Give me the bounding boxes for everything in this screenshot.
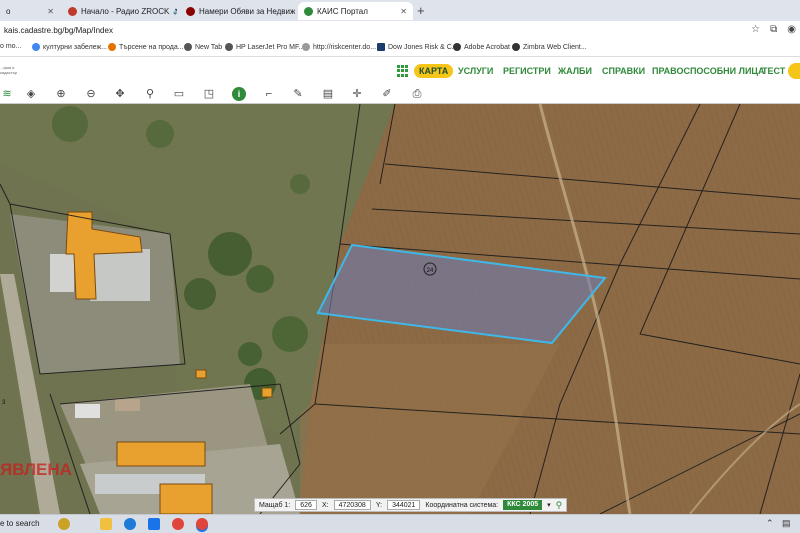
scale-label: Мащаб 1:	[259, 501, 291, 509]
extensions-icon[interactable]: ⧉	[770, 24, 777, 35]
tray-icon[interactable]: ⌃	[766, 518, 778, 530]
skype-icon[interactable]	[148, 518, 160, 530]
kais-favicon-icon	[304, 6, 313, 16]
nav-zhalbi[interactable]: ЖАЛБИ	[558, 66, 592, 76]
google-icon	[32, 43, 40, 51]
y-coordinate: 344021	[387, 500, 421, 510]
info-icon[interactable]: i	[232, 87, 246, 101]
edit-icon[interactable]: ✐	[380, 87, 394, 101]
chevron-down-icon[interactable]: ▾	[547, 501, 551, 509]
bookmark-item[interactable]: HP LaserJet Pro MF...	[225, 43, 304, 51]
close-icon[interactable]: ✕	[41, 7, 54, 16]
taskbar-search[interactable]: e to search	[0, 519, 40, 528]
bookmark-item[interactable]: културни забележ...	[32, 43, 107, 51]
satellite-map[interactable]: 24 3	[0, 104, 800, 514]
bookmark-item[interactable]: http://riskcenter.do...	[302, 43, 376, 51]
x-coordinate: 4720308	[333, 500, 371, 510]
site-favicon-icon	[186, 6, 195, 16]
radio-favicon-icon	[68, 6, 77, 16]
apps-grid-icon[interactable]	[397, 65, 409, 77]
x-label: X:	[321, 501, 329, 509]
crs-select[interactable]: ККС 2005	[503, 500, 543, 510]
nav-test[interactable]: ТЕСТ	[762, 66, 785, 76]
nav-spravki[interactable]: СПРАВКИ	[602, 66, 645, 76]
browser-tab[interactable]: Начало - Радио ZROCK 🔊 ✕	[62, 2, 177, 20]
select-rect-icon[interactable]: ▭	[172, 87, 186, 101]
address-bar[interactable]: kais.cadastre.bg/bg/Map/Index ☆ ⧉ ◉	[0, 21, 800, 40]
browser-tab-active[interactable]: КАИС Портал ✕	[298, 2, 413, 20]
pan-icon[interactable]: ✥	[113, 87, 127, 101]
bookmark-item[interactable]: Търсене на прода...	[108, 43, 184, 51]
nav-uslugi[interactable]: УСЛУГИ	[458, 66, 493, 76]
bookmark-icon	[184, 43, 192, 51]
print-icon[interactable]: ⎙	[410, 87, 424, 101]
map-toolbar: ≋ ◈ ⊕ ⊖ ✥ ⚲ ▭ ◳ i ⌐ ✎ ▤ ✛ ✐ ⎙	[0, 84, 800, 104]
star-icon[interactable]: ☆	[751, 24, 760, 35]
os-taskbar: e to search ⌃ ▤	[0, 514, 800, 533]
bookmark-item[interactable]: o mo...	[0, 43, 21, 50]
network-icon[interactable]: ▤	[782, 518, 794, 530]
chrome-icon[interactable]	[172, 518, 184, 530]
close-icon[interactable]: ✕	[394, 7, 407, 16]
zoom-in-icon[interactable]: ⊕	[54, 87, 68, 101]
speaker-icon[interactable]: 🔊	[173, 7, 177, 15]
agency-logo[interactable]: ...фия и кадастър	[0, 65, 28, 75]
globe-icon	[453, 43, 461, 51]
map-status-bar: Мащаб 1: 626 X: 4720308 Y: 344021 Коорди…	[254, 498, 568, 512]
page-icon	[302, 43, 310, 51]
draw-icon[interactable]: ✎	[291, 87, 305, 101]
menu-icon[interactable]	[788, 63, 800, 79]
nav-karta[interactable]: КАРТА	[414, 64, 454, 78]
browser-tab[interactable]: o ✕	[0, 2, 60, 20]
globe-icon	[225, 43, 233, 51]
search-icon[interactable]: ⚲	[556, 500, 563, 511]
new-tab-button[interactable]: +	[417, 3, 425, 18]
parcel-number: 24	[427, 268, 434, 274]
url-text[interactable]: kais.cadastre.bg/bg/Map/Index	[4, 26, 113, 35]
measure-icon[interactable]: ⌐	[262, 87, 276, 101]
bookmark-item[interactable]: New Tab	[184, 43, 222, 51]
crosshair-icon[interactable]: ✛	[350, 87, 364, 101]
browser-tab[interactable]: Намери Обяви за Недвижими ✕	[180, 2, 295, 20]
bookmark-item[interactable]: Adobe Acrobat	[453, 43, 510, 51]
scale-input[interactable]: 626	[295, 500, 317, 510]
watermark-text: ЯВЛЕНА	[0, 460, 72, 479]
file-explorer-icon[interactable]	[100, 518, 112, 530]
map-canvas[interactable]: 24 3	[0, 104, 800, 514]
bookmark-item[interactable]: Dow Jones Risk & C...	[377, 43, 458, 51]
pin-icon[interactable]: ⚲	[143, 87, 157, 101]
chrome-active-icon[interactable]	[196, 518, 208, 530]
browser-tab-bar: o ✕ Начало - Радио ZROCK 🔊 ✕ Намери Обяв…	[0, 0, 800, 21]
dj-icon	[377, 43, 385, 51]
bookmark-icon	[108, 43, 116, 51]
nav-registri[interactable]: РЕГИСТРИ	[503, 66, 551, 76]
bookmarks-bar: o mo... културни забележ... Търсене на п…	[0, 40, 800, 57]
y-label: Y:	[375, 501, 383, 509]
select-icon[interactable]: ◳	[202, 87, 216, 101]
stack-icon[interactable]: ◈	[24, 87, 38, 101]
crs-label: Координатна система:	[425, 501, 499, 509]
bookmark-item[interactable]: Zimbra Web Client...	[512, 43, 587, 51]
layers-icon[interactable]: ≋	[0, 87, 14, 101]
nav-pravosposobni[interactable]: ПРАВОСПОСОБНИ ЛИЦА	[652, 66, 765, 76]
widget-icon[interactable]	[58, 518, 70, 530]
site-header: ...фия и кадастър КАРТА УСЛУГИ РЕГИСТРИ …	[0, 57, 800, 84]
profile-icon[interactable]: ◉	[787, 24, 796, 35]
zoom-out-icon[interactable]: ⊖	[84, 87, 98, 101]
edge-icon[interactable]	[124, 518, 136, 530]
zimbra-icon	[512, 43, 520, 51]
map-icon[interactable]: ▤	[321, 87, 335, 101]
